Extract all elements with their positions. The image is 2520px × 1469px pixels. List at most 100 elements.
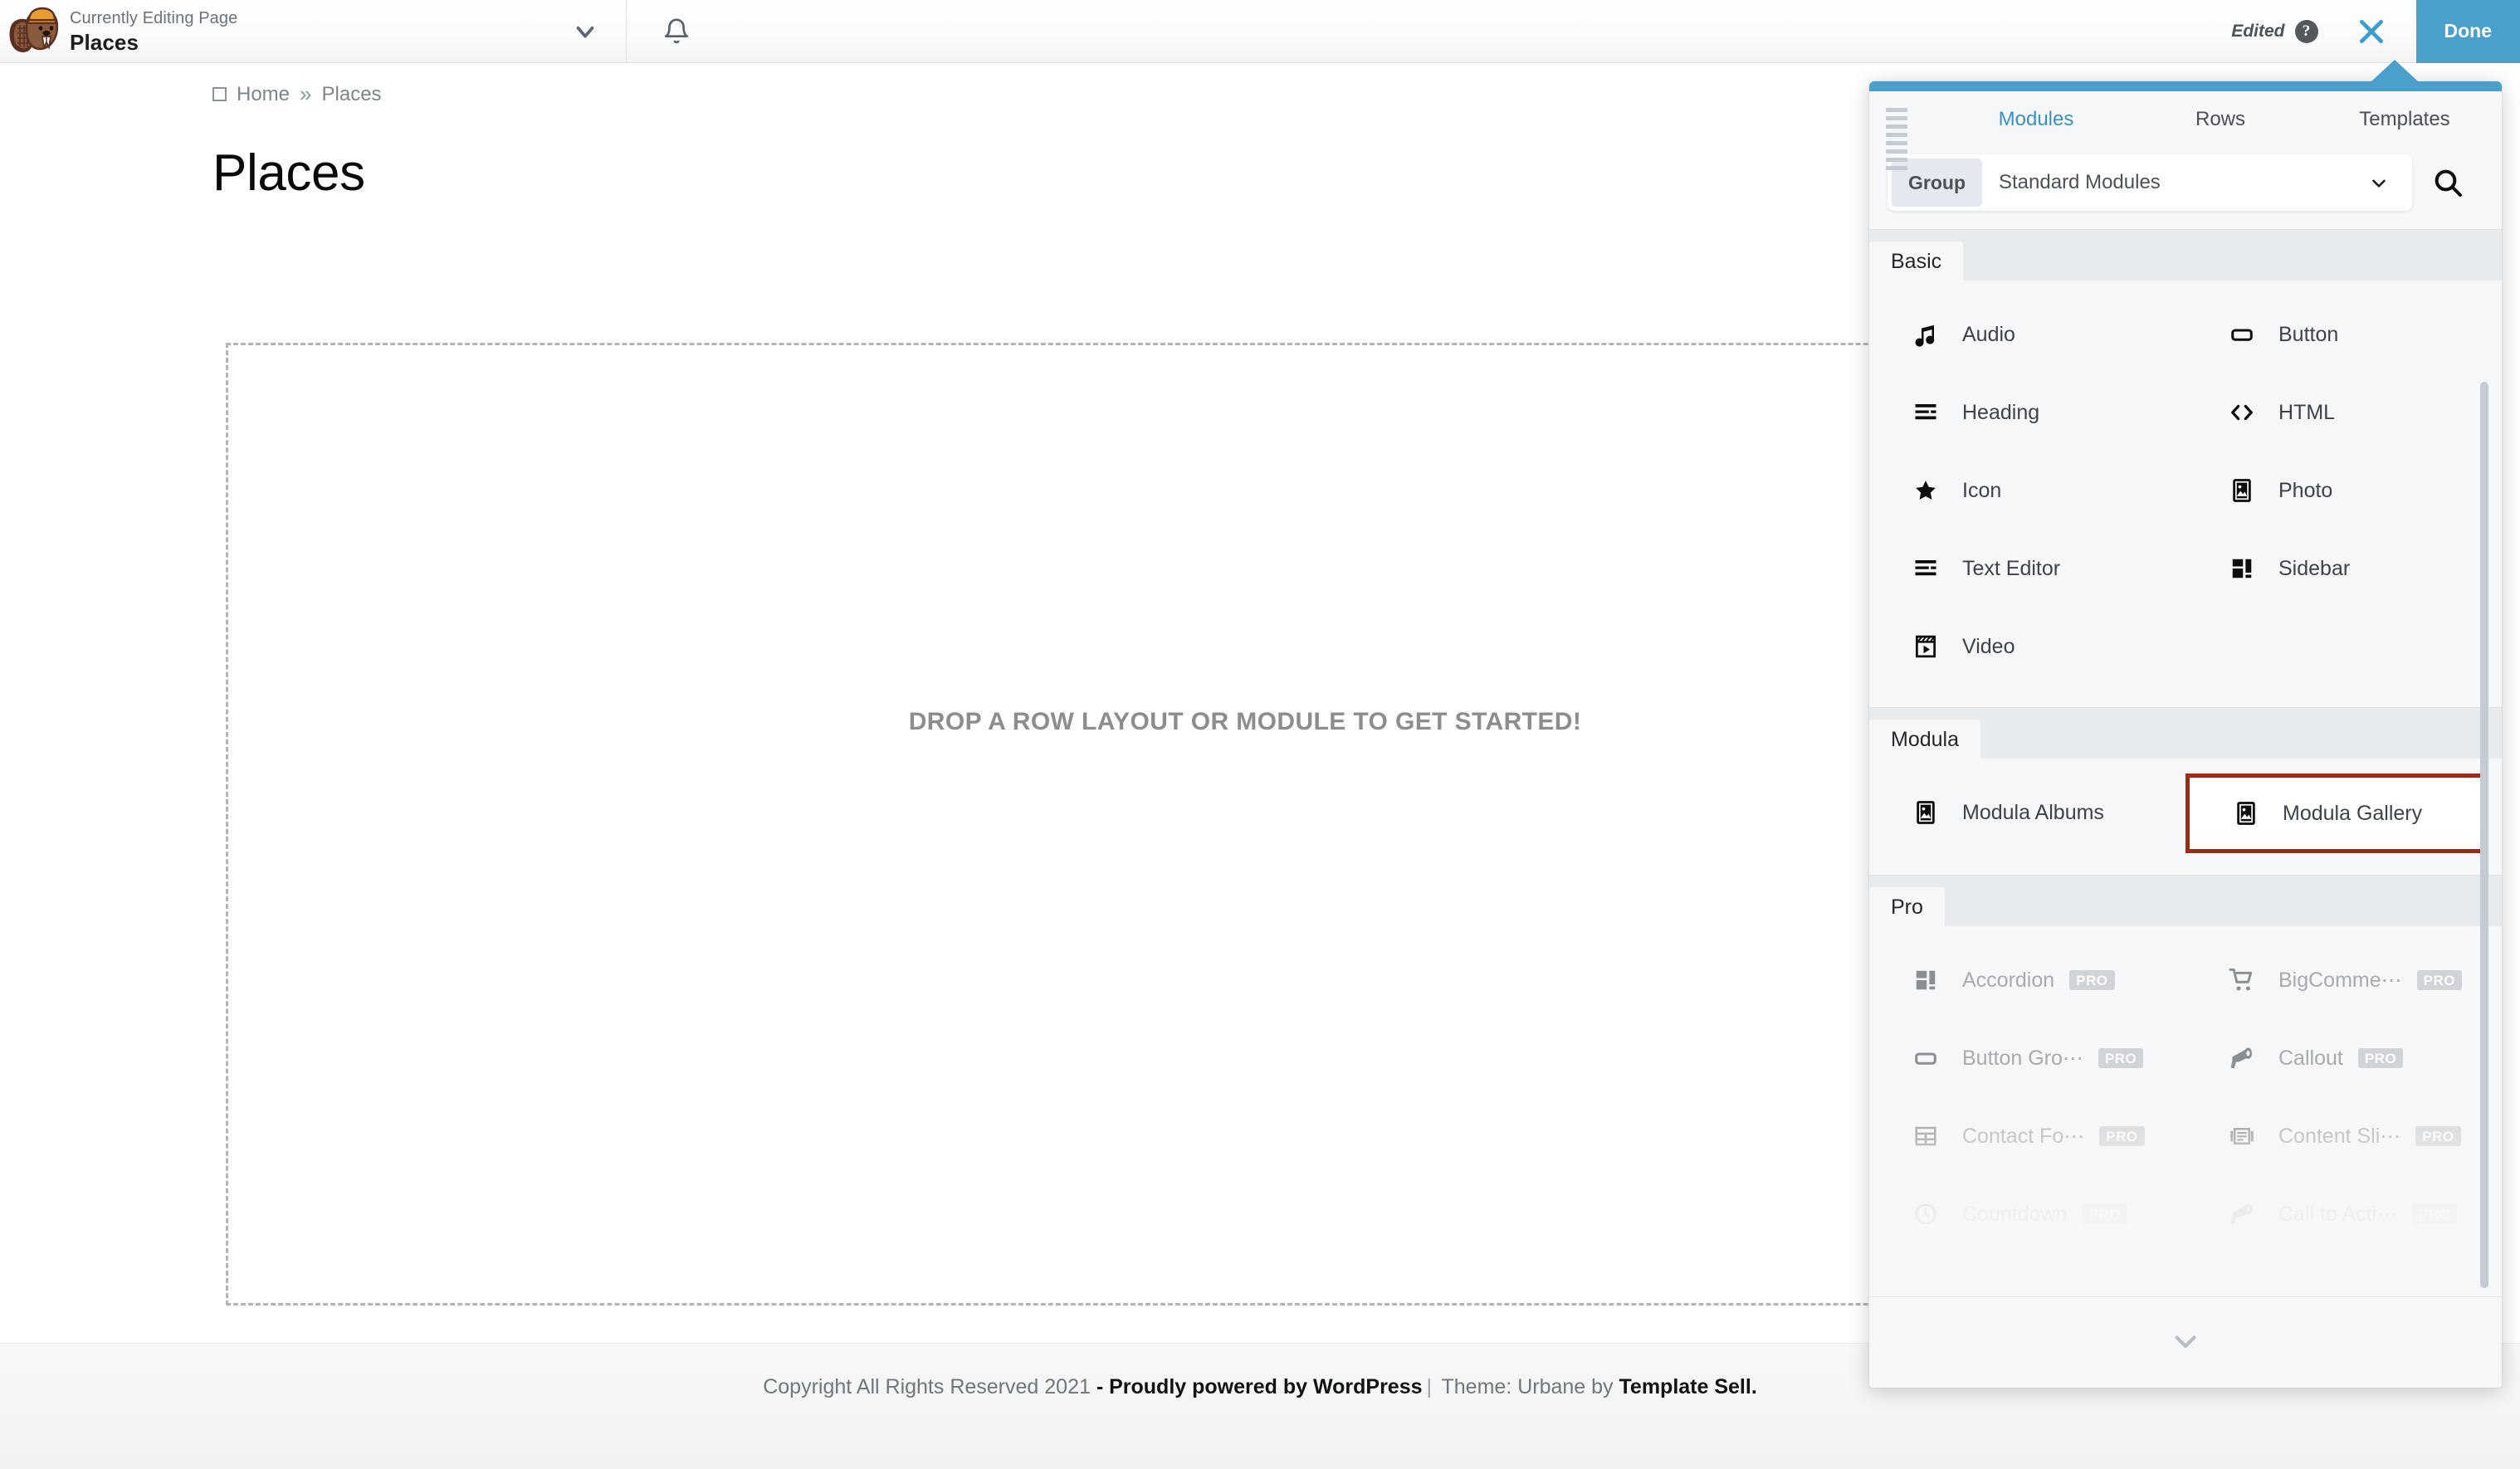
home-square-icon bbox=[212, 87, 227, 101]
pro-badge: PRO bbox=[2082, 1204, 2127, 1224]
drop-zone-label: Drop a row layout or module to get start… bbox=[909, 708, 1582, 736]
chevron-down-icon[interactable] bbox=[2368, 172, 2408, 193]
music-note-icon bbox=[1907, 322, 1944, 347]
pro-badge: PRO bbox=[2412, 1204, 2457, 1224]
module-label: Contact Fo⋯ bbox=[1962, 1124, 2084, 1149]
panel-search-row: Group Standard Modules bbox=[1869, 151, 2502, 229]
module-label: Accordion bbox=[1962, 969, 2054, 993]
slider-icon bbox=[2224, 1124, 2260, 1149]
panel-scrollbar-thumb[interactable] bbox=[2480, 382, 2488, 1288]
module-group-header: Basic bbox=[1869, 229, 2502, 281]
editing-page-title: Places bbox=[70, 32, 237, 53]
footer-text: Copyright All Rights Reserved 2021 - Pro… bbox=[763, 1375, 1757, 1399]
module-label: Modula Albums bbox=[1962, 801, 2104, 825]
tab-templates[interactable]: Templates bbox=[2312, 108, 2497, 134]
pro-badge: PRO bbox=[2098, 1048, 2143, 1068]
photo-icon bbox=[2228, 801, 2264, 826]
module-item[interactable]: Modula Gallery bbox=[2185, 774, 2487, 853]
footer-copyright: Copyright All Rights Reserved 2021 bbox=[763, 1375, 1096, 1398]
module-item[interactable]: Heading bbox=[1869, 373, 2185, 451]
chevron-down-icon[interactable] bbox=[571, 17, 599, 46]
notifications-button[interactable] bbox=[627, 0, 726, 63]
module-label: Photo bbox=[2278, 479, 2332, 503]
module-label: Sidebar bbox=[2278, 557, 2350, 581]
module-item[interactable]: Button Gro⋯ PRO bbox=[1869, 1019, 2185, 1097]
breadcrumb-current: Places bbox=[322, 83, 382, 106]
megaphone-icon bbox=[2224, 1201, 2260, 1227]
edited-status-label: Edited bbox=[2231, 22, 2284, 41]
panel-expand-button[interactable] bbox=[1869, 1296, 2502, 1388]
module-label: Icon bbox=[1962, 479, 2001, 503]
module-item[interactable]: HTML bbox=[2185, 373, 2502, 451]
tab-modules[interactable]: Modules bbox=[1944, 108, 2128, 134]
brand-block[interactable]: Currently Editing Page Places bbox=[0, 0, 627, 63]
module-label: Countdown bbox=[1962, 1203, 2067, 1227]
module-item[interactable]: Audio bbox=[1869, 295, 2185, 373]
admin-bar: Currently Editing Page Places Edited ? D… bbox=[0, 0, 2520, 63]
pro-badge: PRO bbox=[2415, 1126, 2460, 1146]
panel-scrollbar[interactable] bbox=[2487, 229, 2495, 1296]
button-icon bbox=[1907, 1046, 1944, 1071]
pro-badge: PRO bbox=[2417, 970, 2462, 990]
module-item[interactable]: Video bbox=[1869, 608, 2185, 686]
search-icon[interactable] bbox=[2412, 166, 2483, 199]
module-item[interactable]: Modula Albums bbox=[1869, 774, 2185, 852]
module-label: BigComme⋯ bbox=[2278, 968, 2402, 993]
footer-wordpress-link[interactable]: Proudly powered by WordPress bbox=[1109, 1375, 1422, 1398]
button-icon bbox=[2224, 322, 2260, 347]
module-label: Content Sli⋯ bbox=[2278, 1124, 2400, 1149]
module-label: Call to Acti⋯ bbox=[2278, 1202, 2397, 1227]
module-group-header: Pro bbox=[1869, 875, 2502, 926]
footer-separator: | bbox=[1427, 1375, 1433, 1398]
module-label: Video bbox=[1962, 635, 2015, 659]
beaver-builder-logo bbox=[8, 6, 58, 57]
table-icon bbox=[1907, 1124, 1944, 1149]
close-icon[interactable] bbox=[2355, 15, 2388, 48]
module-label: Audio bbox=[1962, 323, 2015, 347]
module-item[interactable]: Text Editor bbox=[1869, 530, 2185, 608]
video-icon bbox=[1907, 634, 1944, 659]
module-item[interactable]: Accordion PRO bbox=[1869, 941, 2185, 1019]
module-grid: Audio Button Heading HTML Icon Photo Text Edit… bbox=[1869, 281, 2502, 707]
code-icon bbox=[2224, 400, 2260, 425]
tab-rows[interactable]: Rows bbox=[2128, 108, 2312, 134]
module-grid: Modula Albums Modula Gallery bbox=[1869, 759, 2502, 875]
module-group-name: Pro bbox=[1869, 887, 1945, 926]
module-label: Heading bbox=[1962, 401, 2039, 425]
bell-icon bbox=[662, 17, 691, 46]
panel-scroll-area[interactable]: Basic Audio Button Heading HTML Icon Photo Text… bbox=[1869, 229, 2502, 1296]
cart-icon bbox=[2224, 967, 2260, 993]
module-label: Callout bbox=[2278, 1047, 2343, 1071]
pro-badge: PRO bbox=[2099, 1126, 2144, 1146]
module-item[interactable]: Photo bbox=[2185, 451, 2502, 530]
module-item[interactable]: Call to Acti⋯ PRO bbox=[2185, 1175, 2502, 1253]
module-item[interactable]: Button bbox=[2185, 295, 2502, 373]
footer-theme: Theme: Urbane by bbox=[1436, 1375, 1619, 1398]
star-icon bbox=[1907, 478, 1944, 503]
module-label: Text Editor bbox=[1962, 557, 2060, 581]
group-select[interactable]: Group Standard Modules bbox=[1888, 154, 2412, 211]
done-button[interactable]: Done bbox=[2416, 0, 2520, 63]
module-item[interactable]: Icon bbox=[1869, 451, 2185, 530]
module-item[interactable]: Countdown PRO bbox=[1869, 1175, 2185, 1253]
footer-theme-author-link[interactable]: Template Sell. bbox=[1619, 1375, 1757, 1398]
panel-tabs: ModulesRowsTemplates bbox=[1869, 91, 2502, 151]
panel-drag-handle[interactable] bbox=[1886, 108, 1907, 170]
group-selected-value: Standard Modules bbox=[1982, 171, 2368, 194]
module-item[interactable]: CalloutPRO bbox=[2185, 1019, 2502, 1097]
module-item[interactable]: BigComme⋯ PRO bbox=[2185, 941, 2502, 1019]
module-item[interactable]: Sidebar bbox=[2185, 530, 2502, 608]
sidebar-icon bbox=[1907, 968, 1944, 993]
module-label: Button Gro⋯ bbox=[1962, 1046, 2083, 1071]
help-icon[interactable]: ? bbox=[2295, 20, 2318, 43]
currently-editing-label: Currently Editing Page bbox=[70, 10, 237, 27]
module-label: HTML bbox=[2278, 401, 2335, 425]
megaphone-icon bbox=[2224, 1045, 2260, 1071]
photo-icon bbox=[2224, 478, 2260, 503]
module-item[interactable]: Content Sli⋯ PRO bbox=[2185, 1097, 2502, 1175]
module-item[interactable]: Contact Fo⋯ PRO bbox=[1869, 1097, 2185, 1175]
panel-pointer-arrow bbox=[2371, 60, 2418, 81]
photo-icon bbox=[1907, 800, 1944, 825]
breadcrumb-home-link[interactable]: Home bbox=[237, 83, 290, 106]
pro-badge: PRO bbox=[2069, 970, 2114, 990]
